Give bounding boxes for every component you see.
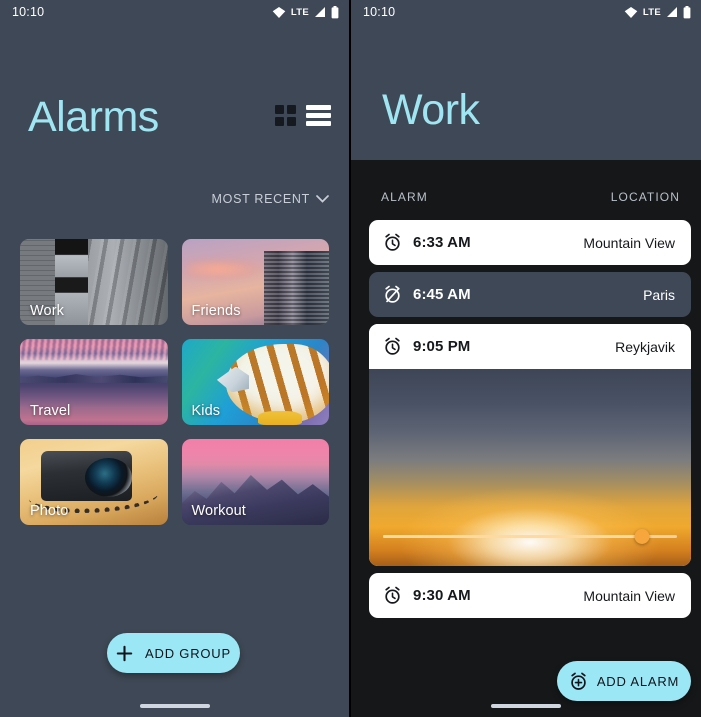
column-headers: ALARM LOCATION [381, 190, 680, 204]
lte-label: LTE [290, 6, 309, 18]
alarm-location: Mountain View [583, 234, 675, 251]
grid-view-icon[interactable] [275, 105, 296, 126]
status-bar-left: 10:10 LTE [0, 0, 349, 24]
alarm-row[interactable]: 6:33 AM Mountain View [369, 220, 691, 265]
sunset-photo [369, 369, 691, 566]
alarm-time: 6:33 AM [413, 234, 471, 251]
status-bar-right: 10:10 LTE [351, 0, 701, 24]
alarm-group-grid: Work Friends Travel Kids Photo Workout [20, 239, 329, 525]
alarm-row-left: 6:45 AM [383, 285, 471, 304]
wifi-icon [624, 6, 638, 18]
group-card-label: Workout [191, 503, 246, 519]
alarm-group-card[interactable]: Friends [181, 239, 329, 325]
alarm-clock-icon [385, 586, 400, 604]
add-alarm-button[interactable]: ADD ALARM [557, 661, 691, 701]
wifi-icon [272, 6, 286, 18]
group-card-label: Kids [191, 403, 221, 419]
alarm-time: 9:05 PM [413, 338, 471, 355]
alarm-time: 9:30 AM [413, 587, 471, 604]
add-group-label: ADD GROUP [145, 645, 231, 661]
alarm-group-card[interactable]: Workout [181, 439, 329, 525]
alarm-volume-slider[interactable] [383, 529, 677, 545]
alarm-clock-icon [385, 337, 400, 355]
plus-icon [116, 645, 133, 661]
view-toggle-group [275, 105, 331, 126]
alarm-list: 6:33 AM Mountain View 6:45 AM Paris 9:05 PM R… [369, 220, 691, 625]
battery-icon [683, 5, 691, 18]
add-group-button[interactable]: ADD GROUP [107, 633, 240, 673]
sort-label: MOST RECENT [211, 192, 310, 206]
status-bar-time: 10:10 [363, 5, 396, 19]
slider-thumb[interactable] [634, 529, 650, 544]
alarm-location: Mountain View [583, 587, 675, 604]
alarm-row[interactable]: 9:05 PM Reykjavik [369, 324, 691, 369]
right-header-background [351, 0, 701, 160]
signal-icon [315, 7, 325, 17]
add-alarm-label: ADD ALARM [596, 673, 680, 689]
alarm-expanded-card: 9:05 PM Reykjavik [369, 324, 691, 566]
sort-dropdown[interactable]: MOST RECENT [212, 192, 329, 206]
alarm-row-left: 9:05 PM [383, 337, 470, 356]
alarm-row[interactable]: 9:30 AM Mountain View [369, 573, 691, 618]
alarm-group-card[interactable]: Travel [20, 339, 168, 425]
lte-label: LTE [642, 6, 661, 18]
signal-icon [667, 7, 677, 17]
alarm-detail-panel: 10:10 LTE Work ALARM LOCATION 6:33 AM Mou… [351, 0, 701, 717]
list-view-icon[interactable] [306, 105, 331, 126]
battery-icon [331, 5, 339, 18]
status-bar-icons: LTE [272, 5, 339, 19]
column-header-alarm: ALARM [381, 190, 428, 204]
alarms-groups-panel: 10:10 LTE Alarms MOST RECENT Work Friend… [0, 0, 349, 717]
alarm-row[interactable]: 6:45 AM Paris [369, 272, 691, 317]
app-root: 10:10 LTE Alarms MOST RECENT Work Friend… [0, 0, 701, 717]
fish-fin-shape [258, 411, 303, 425]
group-card-label: Photo [30, 503, 69, 519]
group-card-label: Travel [30, 403, 71, 419]
home-indicator-left[interactable] [139, 704, 210, 708]
group-title: Work [382, 86, 480, 134]
alarm-time: 6:45 AM [413, 286, 471, 303]
alarm-clock-icon [385, 233, 400, 251]
chevron-down-icon [316, 195, 329, 203]
group-card-label: Work [30, 303, 64, 319]
alarm-clock-off-icon [385, 285, 400, 303]
alarm-location: Reykjavik [615, 338, 675, 355]
alarm-plus-icon [571, 672, 586, 690]
alarm-group-card[interactable]: Photo [20, 439, 168, 525]
alarm-group-card[interactable]: Work [20, 239, 168, 325]
alarm-row-left: 9:30 AM [383, 586, 471, 605]
slider-fill [383, 535, 642, 538]
group-card-label: Friends [191, 303, 241, 319]
left-header: Alarms [28, 96, 331, 139]
home-indicator-right[interactable] [491, 704, 561, 708]
alarm-location: Paris [643, 286, 675, 303]
status-bar-icons: LTE [624, 5, 691, 19]
status-bar-time: 10:10 [12, 5, 45, 19]
alarm-row-left: 6:33 AM [383, 233, 471, 252]
alarm-group-card[interactable]: Kids [181, 339, 329, 425]
column-header-location: LOCATION [610, 190, 680, 204]
page-title: Alarms [28, 93, 159, 141]
